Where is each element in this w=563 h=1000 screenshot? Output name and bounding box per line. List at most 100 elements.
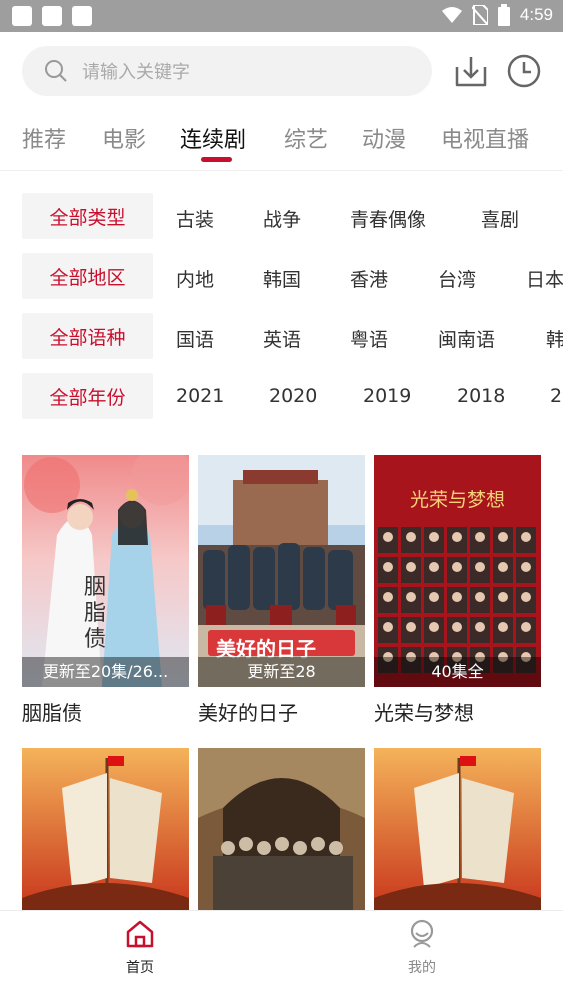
history-icon[interactable] <box>506 53 542 89</box>
video-card[interactable] <box>198 748 365 910</box>
filter-option[interactable]: 韩国 <box>263 265 301 292</box>
search-placeholder: 请输入关键字 <box>82 62 190 83</box>
filter-genre-all[interactable]: 全部类型 <box>22 193 153 239</box>
download-icon[interactable] <box>453 53 489 89</box>
filter-option[interactable]: 内地 <box>176 265 214 292</box>
card-title: 美好的日子 <box>198 701 298 725</box>
portrait-face <box>498 532 508 542</box>
portrait-face <box>452 562 462 572</box>
filter-option[interactable]: 2021 <box>176 385 224 407</box>
filter-option[interactable]: 战争 <box>263 205 301 232</box>
portrait-face <box>406 532 416 542</box>
wifi-icon <box>441 7 462 23</box>
search-icon <box>45 60 67 82</box>
portrait-face <box>383 532 393 542</box>
portrait-face <box>406 592 416 602</box>
card-title: 胭脂债 <box>22 701 82 725</box>
portrait-face <box>452 592 462 602</box>
status-bar: 4:59 <box>0 0 563 32</box>
portrait-face <box>383 592 393 602</box>
portrait-face <box>452 622 462 632</box>
filter-option[interactable]: 2019 <box>363 385 411 407</box>
tab-recommend[interactable]: 推荐 <box>22 122 66 154</box>
portrait-face <box>429 532 439 542</box>
filter-option[interactable]: 闽南语 <box>438 325 495 352</box>
category-tabs: 推荐 电影 连续剧 综艺 动漫 电视直播 <box>0 112 563 166</box>
portrait-face <box>498 622 508 632</box>
filter-option[interactable]: 台湾 <box>438 265 476 292</box>
video-card[interactable]: 胭脂债 更新至20集/26... 胭脂债 <box>22 455 189 726</box>
tab-live-tv[interactable]: 电视直播 <box>441 122 529 154</box>
portrait-face <box>383 562 393 572</box>
video-card[interactable]: 光荣与梦想 40集全 光荣与梦想 <box>374 455 541 726</box>
nav-home[interactable]: 首页 <box>100 919 180 977</box>
episode-badge: 更新至20集/26... <box>22 657 189 687</box>
portrait-face <box>521 562 531 572</box>
tab-series[interactable]: 连续剧 <box>180 122 246 154</box>
filter-region-all[interactable]: 全部地区 <box>22 253 153 299</box>
filter-row-year: 全部年份 2021 2020 2019 2018 2 <box>0 373 563 419</box>
nav-profile-label: 我的 <box>408 960 436 976</box>
card-title: 光荣与梦想 <box>374 701 474 725</box>
poster-image: 胭脂债 更新至20集/26... <box>22 455 189 687</box>
episode-badge: 40集全 <box>374 657 541 687</box>
filter-option[interactable]: 2 <box>550 385 562 407</box>
filter-option[interactable]: 香港 <box>350 265 388 292</box>
poster-title-art: 光荣与梦想 <box>409 489 505 511</box>
nav-home-label: 首页 <box>126 960 154 976</box>
poster-image: 美好的日子 更新至28 <box>198 455 365 687</box>
filter-option[interactable]: 国语 <box>176 325 214 352</box>
filter-option[interactable]: 2020 <box>269 385 317 407</box>
filter-option[interactable]: 喜剧 <box>481 205 519 232</box>
tab-variety[interactable]: 综艺 <box>284 122 328 154</box>
notification-icon <box>72 6 92 26</box>
portrait-face <box>406 562 416 572</box>
portrait-face <box>498 592 508 602</box>
status-time: 4:59 <box>519 5 553 24</box>
filter-option[interactable]: 2018 <box>457 385 505 407</box>
portrait-face <box>406 622 416 632</box>
search-input[interactable]: 请输入关键字 <box>22 46 432 96</box>
portrait-face <box>521 532 531 542</box>
no-sim-icon <box>471 5 488 25</box>
portrait-face <box>383 622 393 632</box>
home-icon <box>126 920 154 948</box>
battery-icon <box>497 4 510 26</box>
tab-movie[interactable]: 电影 <box>102 122 146 154</box>
portrait-face <box>475 622 485 632</box>
video-card[interactable] <box>374 748 541 910</box>
notification-icon <box>42 6 62 26</box>
episode-badge: 更新至28 <box>198 657 365 687</box>
filter-option[interactable]: 日本 <box>526 265 563 292</box>
active-tab-indicator <box>201 157 232 162</box>
filter-option[interactable]: 英语 <box>263 325 301 352</box>
portrait-face <box>452 532 462 542</box>
nav-profile[interactable]: 我的 <box>382 919 462 977</box>
filter-option[interactable]: 古装 <box>176 205 214 232</box>
portrait-face <box>475 592 485 602</box>
poster-image: 光荣与梦想 40集全 <box>374 455 541 687</box>
filter-row-language: 全部语种 国语 英语 粤语 闽南语 韩 <box>0 313 563 359</box>
video-card[interactable] <box>22 748 189 910</box>
poster-title-art: 胭脂债 <box>84 575 107 652</box>
portrait-face <box>429 622 439 632</box>
tab-anime[interactable]: 动漫 <box>362 122 406 154</box>
filter-language-all[interactable]: 全部语种 <box>22 313 153 359</box>
filter-row-region: 全部地区 内地 韩国 香港 台湾 日本 <box>0 253 563 299</box>
divider <box>0 170 563 171</box>
portrait-face <box>521 592 531 602</box>
portrait-face <box>475 562 485 572</box>
filter-row-genre: 全部类型 古装 战争 青春偶像 喜剧 <box>0 193 563 239</box>
portrait-face <box>475 532 485 542</box>
filter-option[interactable]: 青春偶像 <box>350 205 426 232</box>
video-card[interactable]: 美好的日子 更新至28 美好的日子 <box>198 455 365 726</box>
portrait-face <box>521 622 531 632</box>
portrait-face <box>429 592 439 602</box>
portrait-face <box>429 562 439 572</box>
bottom-nav: 首页 我的 <box>0 910 563 1000</box>
filter-year-all[interactable]: 全部年份 <box>22 373 153 419</box>
profile-icon <box>410 919 434 948</box>
filter-option[interactable]: 粤语 <box>350 325 388 352</box>
notification-icon <box>12 6 32 26</box>
filter-option[interactable]: 韩 <box>546 325 563 352</box>
